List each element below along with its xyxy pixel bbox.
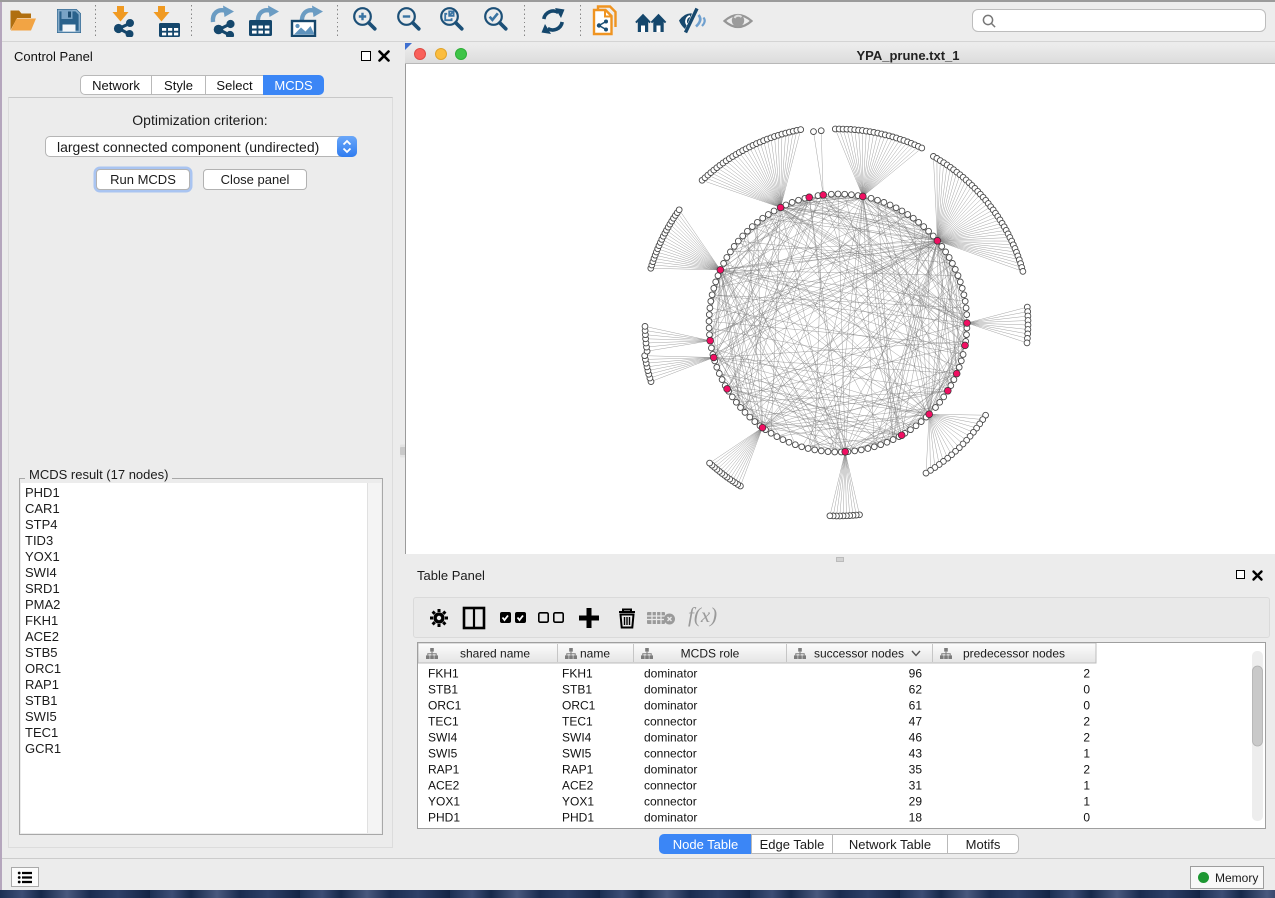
svg-text:connector: connector: [644, 779, 697, 793]
svg-text:ACE2: ACE2: [562, 779, 594, 793]
svg-text:SWI4: SWI4: [428, 731, 458, 745]
svg-text:predecessor nodes: predecessor nodes: [963, 647, 1065, 661]
svg-text:ORC1: ORC1: [562, 699, 596, 713]
svg-text:YOX1: YOX1: [562, 795, 594, 809]
svg-text:dominator: dominator: [644, 731, 697, 745]
svg-text:18: 18: [909, 811, 923, 825]
svg-text:STB1: STB1: [428, 683, 458, 697]
svg-text:connector: connector: [644, 715, 697, 729]
svg-text:1: 1: [1083, 779, 1090, 793]
svg-text:31: 31: [909, 779, 923, 793]
svg-text:name: name: [580, 647, 610, 661]
svg-text:dominator: dominator: [644, 683, 697, 697]
svg-text:dominator: dominator: [644, 699, 697, 713]
svg-text:PHD1: PHD1: [562, 811, 594, 825]
svg-text:connector: connector: [644, 747, 697, 761]
svg-text:RAP1: RAP1: [562, 763, 594, 777]
svg-text:dominator: dominator: [644, 763, 697, 777]
svg-text:29: 29: [909, 795, 923, 809]
svg-text:RAP1: RAP1: [428, 763, 460, 777]
svg-text:dominator: dominator: [644, 667, 697, 681]
svg-text:35: 35: [909, 763, 923, 777]
svg-text:2: 2: [1083, 715, 1090, 729]
svg-text:1: 1: [1083, 795, 1090, 809]
svg-text:YOX1: YOX1: [428, 795, 460, 809]
svg-text:61: 61: [909, 699, 923, 713]
svg-text:shared name: shared name: [460, 647, 530, 661]
svg-text:96: 96: [909, 667, 923, 681]
svg-text:MCDS role: MCDS role: [681, 647, 740, 661]
svg-text:FKH1: FKH1: [562, 667, 593, 681]
svg-text:successor nodes: successor nodes: [814, 647, 904, 661]
svg-text:1: 1: [1083, 747, 1090, 761]
svg-text:46: 46: [909, 731, 923, 745]
svg-text:TEC1: TEC1: [428, 715, 459, 729]
svg-text:ORC1: ORC1: [428, 699, 462, 713]
svg-text:0: 0: [1083, 699, 1090, 713]
svg-text:SWI5: SWI5: [562, 747, 592, 761]
svg-text:0: 0: [1083, 811, 1090, 825]
svg-text:PHD1: PHD1: [428, 811, 460, 825]
svg-text:47: 47: [909, 715, 923, 729]
svg-text:FKH1: FKH1: [428, 667, 459, 681]
svg-text:2: 2: [1083, 667, 1090, 681]
svg-text:ACE2: ACE2: [428, 779, 460, 793]
svg-text:2: 2: [1083, 763, 1090, 777]
svg-text:0: 0: [1083, 683, 1090, 697]
svg-text:62: 62: [909, 683, 923, 697]
svg-text:43: 43: [909, 747, 923, 761]
svg-text:TEC1: TEC1: [562, 715, 593, 729]
svg-text:2: 2: [1083, 731, 1090, 745]
svg-text:SWI5: SWI5: [428, 747, 458, 761]
svg-text:connector: connector: [644, 795, 697, 809]
svg-text:STB1: STB1: [562, 683, 592, 697]
svg-text:SWI4: SWI4: [562, 731, 592, 745]
svg-text:dominator: dominator: [644, 811, 697, 825]
